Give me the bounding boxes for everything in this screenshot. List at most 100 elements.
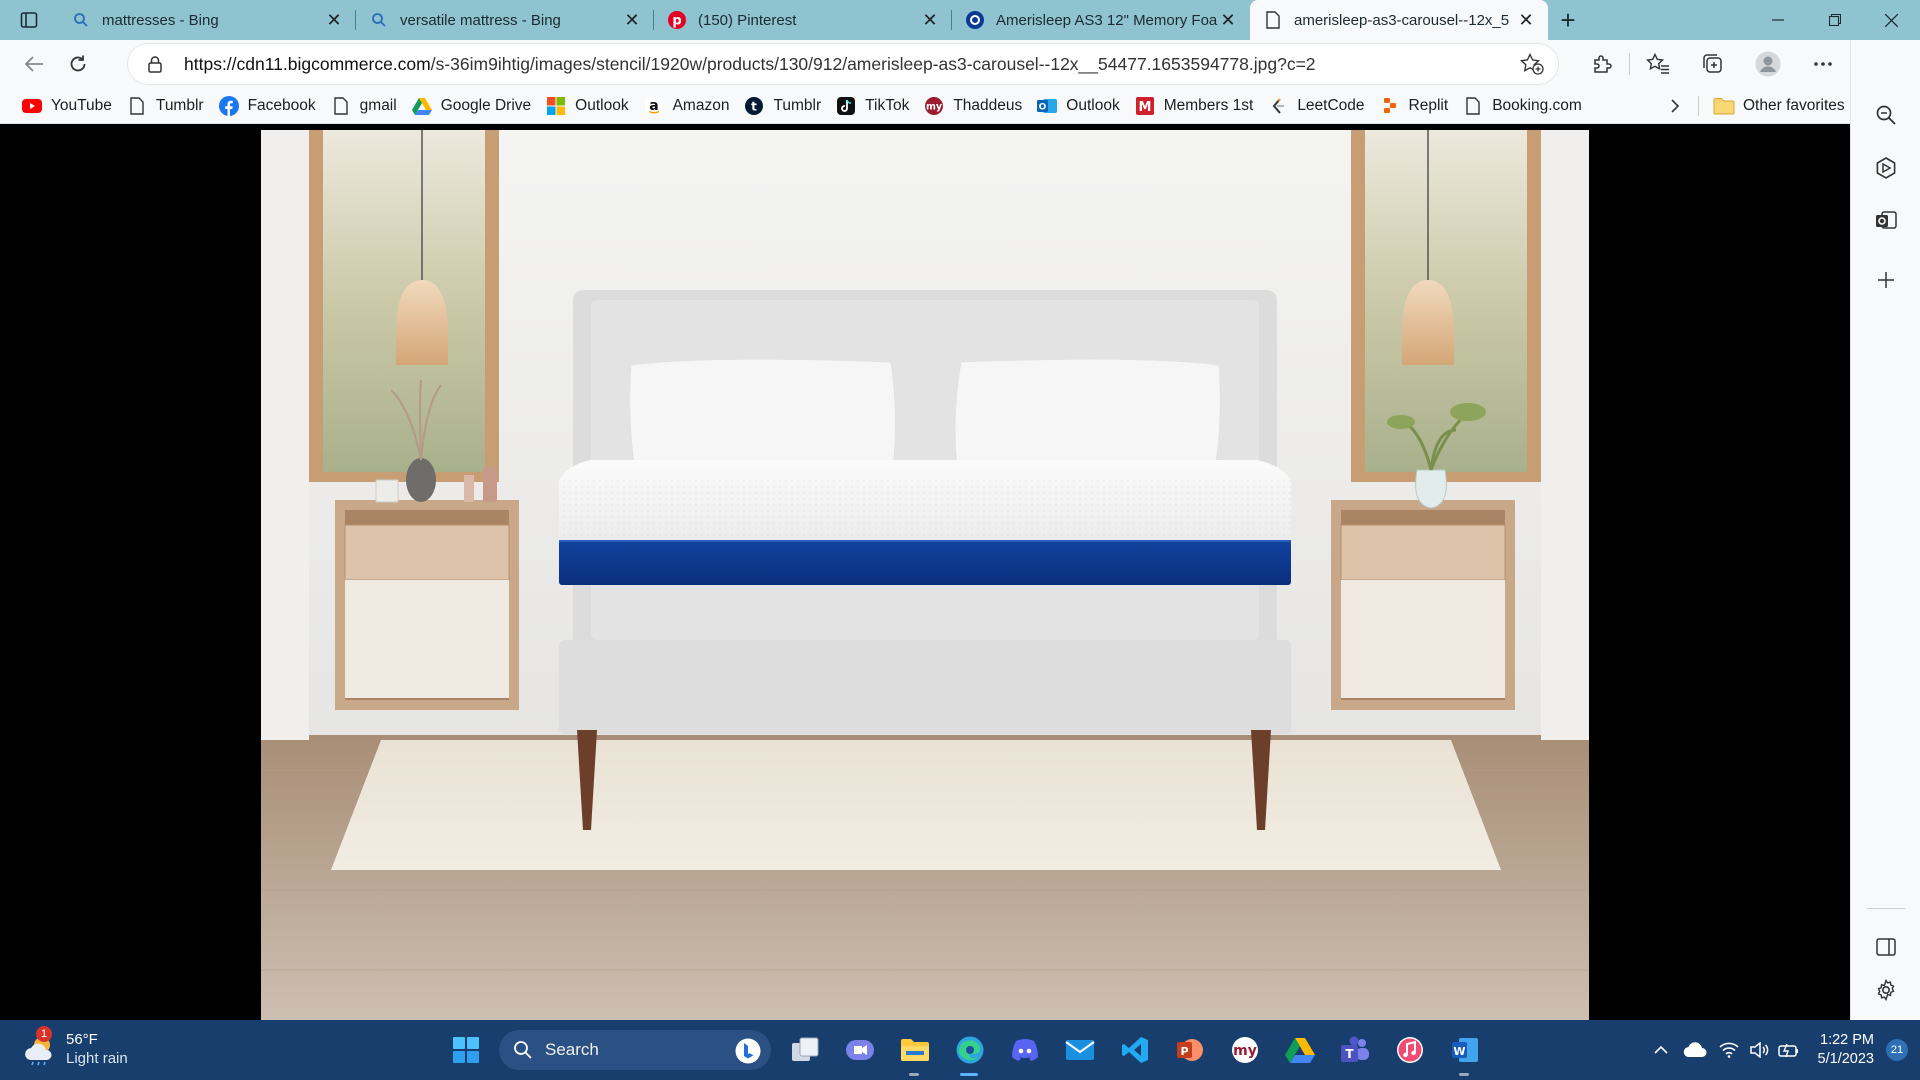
favorite-outlook[interactable]: O Outlook [1029, 91, 1126, 121]
sidebar-settings-button[interactable] [1866, 970, 1906, 1010]
avatar-icon [1755, 51, 1780, 77]
itunes-button[interactable] [1382, 1020, 1437, 1080]
page-icon [126, 95, 148, 117]
favorite-tumblr-page[interactable]: Tumblr [119, 91, 211, 121]
favorite-thaddeus[interactable]: my Thaddeus [916, 91, 1029, 121]
google-drive-button[interactable] [1272, 1020, 1327, 1080]
restore-icon [1828, 14, 1841, 26]
add-favorite-icon[interactable] [1519, 52, 1544, 80]
close-tab-icon[interactable]: ✕ [622, 10, 642, 30]
weather-widget[interactable]: 1 56°F Light rain [22, 1026, 128, 1068]
tab-0[interactable]: mattresses - Bing ✕ [58, 0, 356, 40]
favorites-button[interactable] [1630, 40, 1685, 88]
tab-1[interactable]: versatile mattress - Bing ✕ [356, 0, 654, 40]
sidebar-discover-button[interactable] [1866, 148, 1906, 188]
close-tab-icon[interactable]: ✕ [324, 10, 344, 30]
favorite-members-1st[interactable]: M Members 1st [1127, 91, 1261, 121]
sidebar-hide-button[interactable] [1866, 927, 1906, 967]
teams-chat-button[interactable] [832, 1020, 887, 1080]
tab-title: versatile mattress - Bing [400, 11, 561, 29]
refresh-button[interactable] [56, 44, 100, 84]
mattress-product-image[interactable] [261, 130, 1589, 1020]
minimize-button[interactable] [1749, 0, 1806, 40]
restore-button[interactable] [1806, 0, 1863, 40]
favorite-gmail[interactable]: gmail [323, 91, 404, 121]
onedrive-button[interactable] [1677, 1042, 1713, 1058]
show-hidden-icons-button[interactable] [1647, 1045, 1675, 1055]
battery-button[interactable] [1775, 1042, 1803, 1058]
url-text[interactable]: https://cdn11.bigcommerce.com/s-36im9iht… [184, 54, 1316, 75]
mymath-icon: my [1231, 1037, 1258, 1063]
replit-icon [1379, 95, 1401, 117]
close-window-button[interactable] [1863, 0, 1920, 40]
favorite-booking[interactable]: Booking.com [1455, 91, 1589, 121]
notification-count-badge[interactable]: 21 [1886, 1039, 1908, 1061]
teams-button[interactable]: T [1327, 1020, 1382, 1080]
favorite-amazon[interactable]: a Amazon [636, 91, 737, 121]
close-tab-icon[interactable]: ✕ [920, 10, 940, 30]
edge-icon [956, 1036, 983, 1064]
favorite-replit[interactable]: Replit [1372, 91, 1456, 121]
favorite-leetcode[interactable]: LeetCode [1260, 91, 1371, 121]
volume-button[interactable] [1745, 1042, 1773, 1058]
other-favorites-label: Other favorites [1743, 97, 1845, 114]
close-tab-icon[interactable]: ✕ [1516, 10, 1536, 30]
address-bar[interactable]: https://cdn11.bigcommerce.com/s-36im9iht… [128, 44, 1558, 84]
powerpoint-button[interactable]: P [1162, 1020, 1217, 1080]
more-favorites-button[interactable] [1660, 91, 1690, 121]
extensions-button[interactable] [1574, 40, 1629, 88]
word-button[interactable]: W [1437, 1020, 1492, 1080]
mymath-button[interactable]: my [1217, 1020, 1272, 1080]
favorite-label: Amazon [672, 96, 730, 114]
file-explorer-button[interactable] [887, 1020, 942, 1080]
favorite-outlook-windows[interactable]: Outlook [538, 91, 635, 121]
favorite-label: Booking.com [1492, 96, 1582, 114]
tab-4-active[interactable]: amerisleep-as3-carousel--12x_5 ✕ [1250, 0, 1548, 40]
tab-actions-button[interactable] [0, 0, 58, 40]
wifi-button[interactable] [1715, 1042, 1743, 1058]
collections-button[interactable] [1685, 40, 1740, 88]
favorite-youtube[interactable]: YouTube [14, 91, 119, 121]
taskbar-search[interactable]: Search [499, 1030, 771, 1070]
clock[interactable]: 1:22 PM 5/1/2023 [1818, 1031, 1874, 1069]
tab-title: mattresses - Bing [102, 11, 219, 29]
favorite-tiktok[interactable]: TikTok [828, 91, 916, 121]
other-favorites-folder[interactable]: Other favorites [1706, 91, 1852, 121]
favorite-tumblr[interactable]: t Tumblr [736, 91, 828, 121]
bing-icon [735, 1038, 761, 1069]
vscode-button[interactable] [1107, 1020, 1162, 1080]
svg-text:M: M [1138, 100, 1151, 115]
url-path: /s-36im9ihtig/images/stencil/1920w/produ… [430, 53, 1316, 74]
weather-temp: 56°F [66, 1031, 98, 1048]
favorite-label: YouTube [51, 96, 112, 114]
settings-more-button[interactable] [1795, 40, 1850, 88]
lock-icon[interactable] [144, 55, 166, 73]
tab-title: (150) Pinterest [698, 11, 797, 29]
task-view-button[interactable] [777, 1020, 832, 1080]
favorite-google-drive[interactable]: Google Drive [404, 91, 538, 121]
search-icon [514, 1041, 532, 1059]
mail-button[interactable] [1052, 1020, 1107, 1080]
youtube-icon [21, 95, 43, 117]
edge-browser-button[interactable] [942, 1020, 997, 1080]
tab-title: Amerisleep AS3 12" Memory Foa [996, 11, 1218, 29]
browser-toolbar: https://cdn11.bigcommerce.com/s-36im9iht… [0, 40, 1920, 88]
pinterest-icon: p [668, 11, 686, 29]
close-tab-icon[interactable]: ✕ [1218, 10, 1238, 30]
discord-button[interactable] [997, 1020, 1052, 1080]
sidebar-add-button[interactable] [1866, 260, 1906, 300]
window-controls [1749, 0, 1920, 40]
back-button[interactable] [12, 44, 56, 84]
new-tab-button[interactable]: + [1548, 0, 1588, 40]
favorites-star-icon [1645, 53, 1669, 74]
sidebar-outlook-button[interactable] [1866, 201, 1906, 241]
start-button[interactable] [438, 1020, 493, 1080]
tab-3[interactable]: Amerisleep AS3 12" Memory Foa ✕ [952, 0, 1250, 40]
tab-2[interactable]: p (150) Pinterest ✕ [654, 0, 952, 40]
sidebar-search-button[interactable] [1866, 95, 1906, 135]
tiktok-icon [835, 95, 857, 117]
svg-text:O: O [1039, 102, 1047, 112]
favorite-facebook[interactable]: Facebook [211, 91, 323, 121]
profile-button[interactable] [1740, 40, 1795, 88]
favorites-bar: YouTube Tumblr Facebook gmail Google Dri… [0, 88, 1850, 124]
